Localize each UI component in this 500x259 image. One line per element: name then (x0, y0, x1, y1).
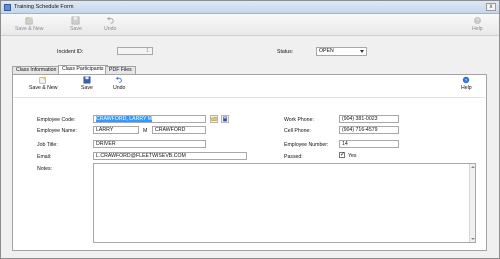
incident-id-label: Incident ID: (57, 49, 84, 55)
employee-lookup-button[interactable] (210, 115, 218, 123)
help-label: Help (472, 26, 483, 32)
email-field[interactable]: L.CRAWFORD@FLEETWISEVB.COM (93, 152, 247, 160)
panel-help-button[interactable]: ? Help (461, 76, 472, 91)
close-button[interactable]: x (486, 3, 496, 11)
training-schedule-window: Training Schedule Form x Save & New Save… (0, 0, 500, 259)
save-button[interactable]: Save (70, 16, 82, 32)
window-title: Training Schedule Form (14, 4, 74, 10)
main-toolbar: Save & New Save Undo ? Help (1, 14, 499, 36)
save-new-icon (25, 16, 34, 25)
svg-text:?: ? (476, 18, 479, 24)
first-name-field[interactable]: LARRY (93, 126, 139, 134)
work-phone-field[interactable]: (904) 381-0023 (339, 115, 399, 123)
panel-save-label: Save (81, 85, 93, 91)
middle-initial-value: M (143, 128, 148, 134)
chevron-down-icon (360, 50, 364, 53)
panel-toolbar: Save & New Save Undo ? Help (13, 76, 485, 96)
save-new-button[interactable]: Save & New (15, 16, 44, 32)
employee-name-label: Employee Name: (37, 128, 77, 134)
panel-save-new-button[interactable]: Save & New (29, 76, 58, 91)
app-icon (4, 4, 11, 11)
toolbar-divider (13, 97, 485, 98)
undo-icon (106, 16, 114, 24)
passed-yes-label: Yes (348, 153, 357, 159)
employee-code-field[interactable]: CRAWFORD, LARRY M (93, 115, 206, 123)
job-title-label: Job Title: (37, 142, 58, 148)
undo-label: Undo (104, 26, 117, 32)
notes-textarea[interactable] (93, 163, 476, 243)
undo-icon (116, 76, 123, 83)
panel-undo-label: Undo (113, 85, 126, 91)
work-phone-label: Work Phone: (284, 117, 314, 123)
notes-label: Notes: (37, 166, 52, 172)
edit-icon (223, 116, 227, 122)
scroll-down-icon (471, 238, 475, 240)
employee-code-label: Employee Code: (37, 117, 76, 123)
save-label: Save (70, 26, 82, 32)
panel-help-label: Help (461, 85, 472, 91)
email-label: Email: (37, 154, 52, 160)
passed-label: Passed: (284, 154, 303, 160)
save-new-label: Save & New (15, 26, 44, 32)
employee-edit-button[interactable] (221, 115, 229, 123)
incident-id-field[interactable]: 1 (117, 47, 153, 55)
job-title-field[interactable]: DRIVER (93, 140, 206, 148)
help-button[interactable]: ? Help (472, 16, 483, 32)
employee-number-field[interactable]: 14 (339, 140, 399, 148)
help-icon: ? (473, 16, 481, 24)
employee-code-value: CRAWFORD, LARRY M (96, 116, 153, 122)
panel-save-new-label: Save & New (29, 85, 58, 91)
passed-checkbox[interactable]: ✓ (339, 152, 345, 158)
last-name-field[interactable]: CRAWFORD (152, 126, 206, 134)
status-label: Status: (277, 49, 294, 55)
undo-button[interactable]: Undo (104, 16, 116, 32)
status-select[interactable]: OPEN (316, 47, 367, 56)
employee-number-label: Employee Number: (284, 142, 329, 148)
save-icon (83, 76, 91, 84)
save-new-icon (39, 76, 47, 84)
status-value: OPEN (319, 48, 334, 54)
notes-scrollbar[interactable] (469, 164, 475, 242)
svg-text:?: ? (465, 78, 468, 84)
scroll-up-icon (471, 166, 475, 168)
title-bar: Training Schedule Form x (1, 1, 499, 14)
cell-phone-label: Cell Phone: (284, 128, 311, 134)
panel-save-button[interactable]: Save (81, 76, 93, 91)
cell-phone-field[interactable]: (904) 716-4579 (339, 126, 399, 134)
lookup-icon (211, 117, 217, 121)
help-icon: ? (463, 76, 470, 84)
panel-undo-button[interactable]: Undo (113, 76, 125, 91)
save-icon (72, 16, 80, 25)
